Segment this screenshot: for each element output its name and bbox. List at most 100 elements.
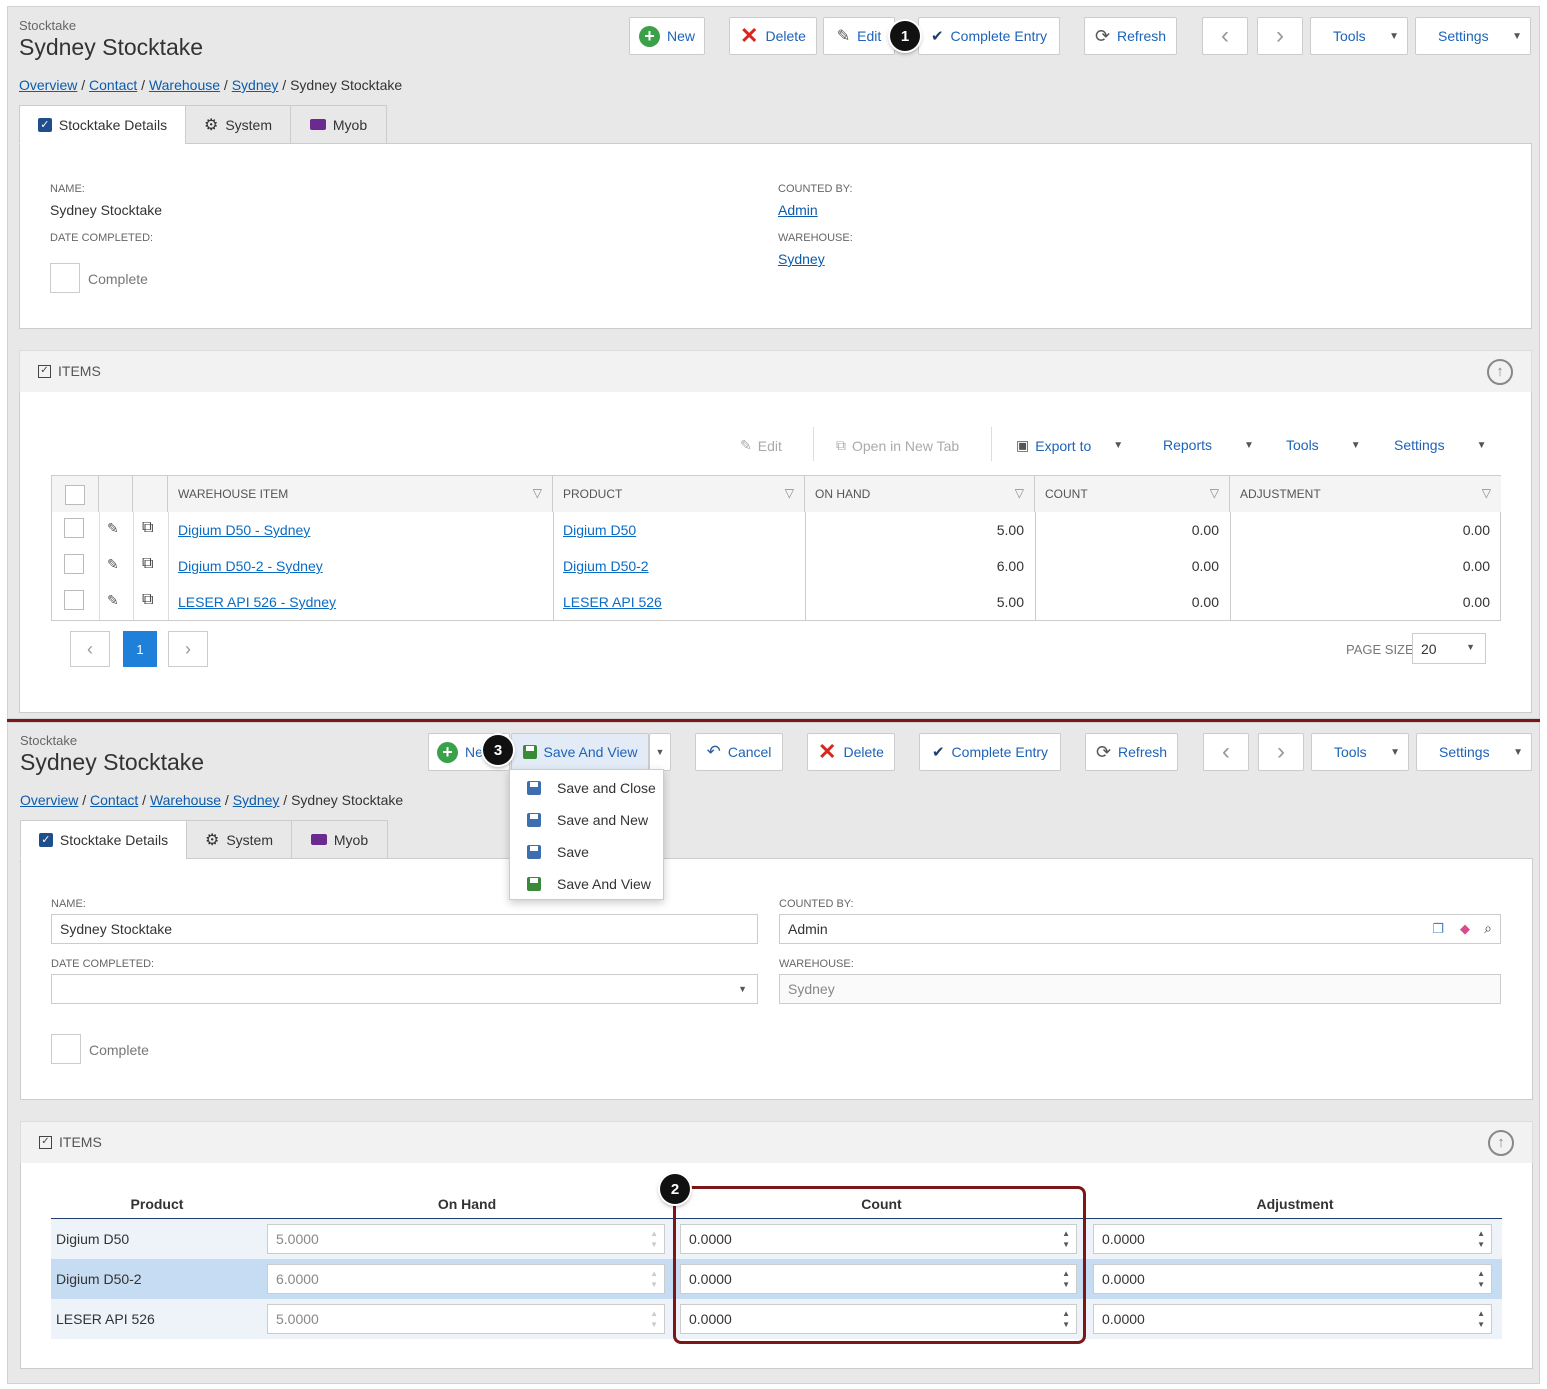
adjustment-input[interactable]: 0.0000 ▲ ▼ [1093, 1224, 1492, 1254]
warehouse-item-link[interactable]: LESER API 526 - Sydney [178, 594, 336, 610]
tools-dropdown[interactable]: Tools ▼ [1311, 733, 1409, 771]
select-all-header [52, 476, 99, 512]
spinner-icon[interactable]: ▲ ▼ [1477, 1268, 1485, 1290]
spinner-icon[interactable]: ▲ ▼ [1477, 1228, 1485, 1250]
breadcrumb-warehouse[interactable]: Warehouse [150, 792, 221, 808]
menu-item-save-and-view[interactable]: Save And View [510, 868, 663, 900]
page-size-select[interactable]: 20 ▼ [1412, 633, 1486, 664]
refresh-button[interactable]: ⟳ Refresh [1084, 17, 1177, 55]
select-all-checkbox[interactable] [65, 485, 85, 505]
copy-icon[interactable]: ❐ [1432, 921, 1444, 937]
external-link-icon[interactable]: ⧉ [142, 519, 153, 537]
save-and-view-button[interactable]: Save And View [511, 733, 649, 771]
export-to-dropdown[interactable]: ▣ Export to ▼ [1016, 437, 1123, 454]
tab-system[interactable]: ⚙ System [186, 820, 292, 859]
search-icon[interactable]: ⌕ [1484, 920, 1492, 937]
refresh-button[interactable]: ⟳ Refresh [1085, 733, 1178, 771]
warehouse-input[interactable]: Sydney [779, 974, 1501, 1004]
pager-next-button[interactable]: › [168, 631, 208, 667]
count-input[interactable]: 0.0000 ▲ ▼ [680, 1224, 1077, 1254]
row-checkbox[interactable] [64, 554, 84, 574]
menu-item-save-and-new[interactable]: Save and New [510, 804, 663, 836]
complete-entry-button[interactable]: ✔ Complete Entry [919, 733, 1061, 771]
collapse-up-icon[interactable]: ↑ [1487, 359, 1513, 385]
filter-icon[interactable]: ▽ [785, 486, 794, 500]
new-button[interactable]: + New [629, 17, 705, 55]
items-edit-button[interactable]: ✎ Edit [740, 437, 782, 454]
breadcrumb-overview[interactable]: Overview [20, 792, 78, 808]
warehouse-link[interactable]: Sydney [778, 251, 825, 267]
column-header-adjustment[interactable]: ADJUSTMENT ▽ [1230, 476, 1501, 512]
complete-entry-button[interactable]: ✔ Complete Entry [918, 17, 1060, 55]
menu-item-save-and-close[interactable]: Save and Close [510, 772, 663, 804]
menu-item-save[interactable]: Save [510, 836, 663, 868]
previous-record-button[interactable]: ‹ [1202, 17, 1248, 55]
caret-down-icon[interactable]: ▼ [738, 984, 747, 994]
tab-system[interactable]: ⚙ System [185, 105, 291, 144]
product-link[interactable]: LESER API 526 [563, 594, 662, 610]
date-completed-input[interactable]: ▼ [51, 974, 758, 1004]
pencil-icon[interactable]: ✎ [107, 520, 119, 537]
tools-dropdown[interactable]: Tools ▼ [1310, 17, 1408, 55]
adjustment-input[interactable]: 0.0000 ▲ ▼ [1093, 1264, 1492, 1294]
warehouse-item-link[interactable]: Digium D50-2 - Sydney [178, 558, 323, 574]
counted-by-link[interactable]: Admin [778, 202, 818, 218]
reports-dropdown[interactable]: Reports ▼ [1163, 437, 1254, 453]
product-link[interactable]: Digium D50 [563, 522, 636, 538]
complete-checkbox[interactable] [51, 1034, 81, 1064]
column-header-product[interactable]: PRODUCT ▽ [553, 476, 805, 512]
items-settings-dropdown[interactable]: Settings ▼ [1394, 437, 1487, 453]
breadcrumb-sydney[interactable]: Sydney [233, 792, 280, 808]
open-new-tab-button[interactable]: ⧉ Open in New Tab [836, 437, 959, 454]
row-checkbox[interactable] [64, 518, 84, 538]
pager-prev-button[interactable]: ‹ [70, 631, 110, 667]
items-tools-dropdown[interactable]: Tools ▼ [1286, 437, 1361, 453]
complete-checkbox[interactable] [50, 263, 80, 293]
pager-page-button[interactable]: 1 [123, 631, 157, 667]
tab-stocktake-details[interactable]: ✓ Stocktake Details [20, 820, 187, 859]
edit-button[interactable]: ✎ Edit [823, 17, 895, 55]
count-input[interactable]: 0.0000 ▲ ▼ [680, 1304, 1077, 1334]
tab-myob[interactable]: Myob [291, 820, 388, 859]
next-record-button[interactable]: › [1258, 733, 1304, 771]
name-input[interactable]: Sydney Stocktake [51, 914, 758, 944]
breadcrumb-warehouse[interactable]: Warehouse [149, 77, 220, 93]
warehouse-item-link[interactable]: Digium D50 - Sydney [178, 522, 310, 538]
pencil-icon[interactable]: ✎ [107, 556, 119, 573]
column-header-on-hand[interactable]: ON HAND ▽ [805, 476, 1035, 512]
count-input[interactable]: 0.0000 ▲ ▼ [680, 1264, 1077, 1294]
pencil-icon[interactable]: ✎ [107, 592, 119, 609]
filter-icon[interactable]: ▽ [1210, 486, 1219, 500]
product-link[interactable]: Digium D50-2 [563, 558, 649, 574]
external-link-icon[interactable]: ⧉ [142, 555, 153, 573]
filter-icon[interactable]: ▽ [1015, 486, 1024, 500]
breadcrumb-overview[interactable]: Overview [19, 77, 77, 93]
tab-stocktake-details[interactable]: ✓ Stocktake Details [19, 105, 186, 144]
breadcrumb-contact[interactable]: Contact [90, 792, 138, 808]
adjustment-input[interactable]: 0.0000 ▲ ▼ [1093, 1304, 1492, 1334]
breadcrumb-contact[interactable]: Contact [89, 77, 137, 93]
cancel-button[interactable]: ↶ Cancel [695, 733, 783, 771]
eraser-icon[interactable]: ◆ [1460, 921, 1470, 937]
settings-dropdown[interactable]: Settings ▼ [1416, 733, 1532, 771]
previous-record-button[interactable]: ‹ [1203, 733, 1249, 771]
row-checkbox[interactable] [64, 590, 84, 610]
external-link-icon[interactable]: ⧉ [142, 591, 153, 609]
delete-button[interactable]: ✕ Delete [729, 17, 817, 55]
spinner-icon[interactable]: ▲ ▼ [1062, 1308, 1070, 1330]
breadcrumb-sydney[interactable]: Sydney [232, 77, 279, 93]
delete-button[interactable]: ✕ Delete [807, 733, 895, 771]
tab-myob[interactable]: Myob [290, 105, 387, 144]
column-header-warehouse-item[interactable]: WAREHOUSE ITEM ▽ [168, 476, 553, 512]
spinner-icon[interactable]: ▲ ▼ [1062, 1228, 1070, 1250]
column-header-count[interactable]: COUNT ▽ [1035, 476, 1230, 512]
save-options-dropdown[interactable]: ▼ [649, 733, 671, 771]
collapse-up-icon[interactable]: ↑ [1488, 1130, 1514, 1156]
filter-icon[interactable]: ▽ [1482, 486, 1491, 500]
next-record-button[interactable]: › [1257, 17, 1303, 55]
spinner-icon[interactable]: ▲ ▼ [1062, 1268, 1070, 1290]
counted-by-input[interactable]: Admin ❐ ◆ ⌕ [779, 914, 1501, 944]
filter-icon[interactable]: ▽ [533, 486, 542, 500]
settings-dropdown[interactable]: Settings ▼ [1415, 17, 1531, 55]
spinner-icon[interactable]: ▲ ▼ [1477, 1308, 1485, 1330]
